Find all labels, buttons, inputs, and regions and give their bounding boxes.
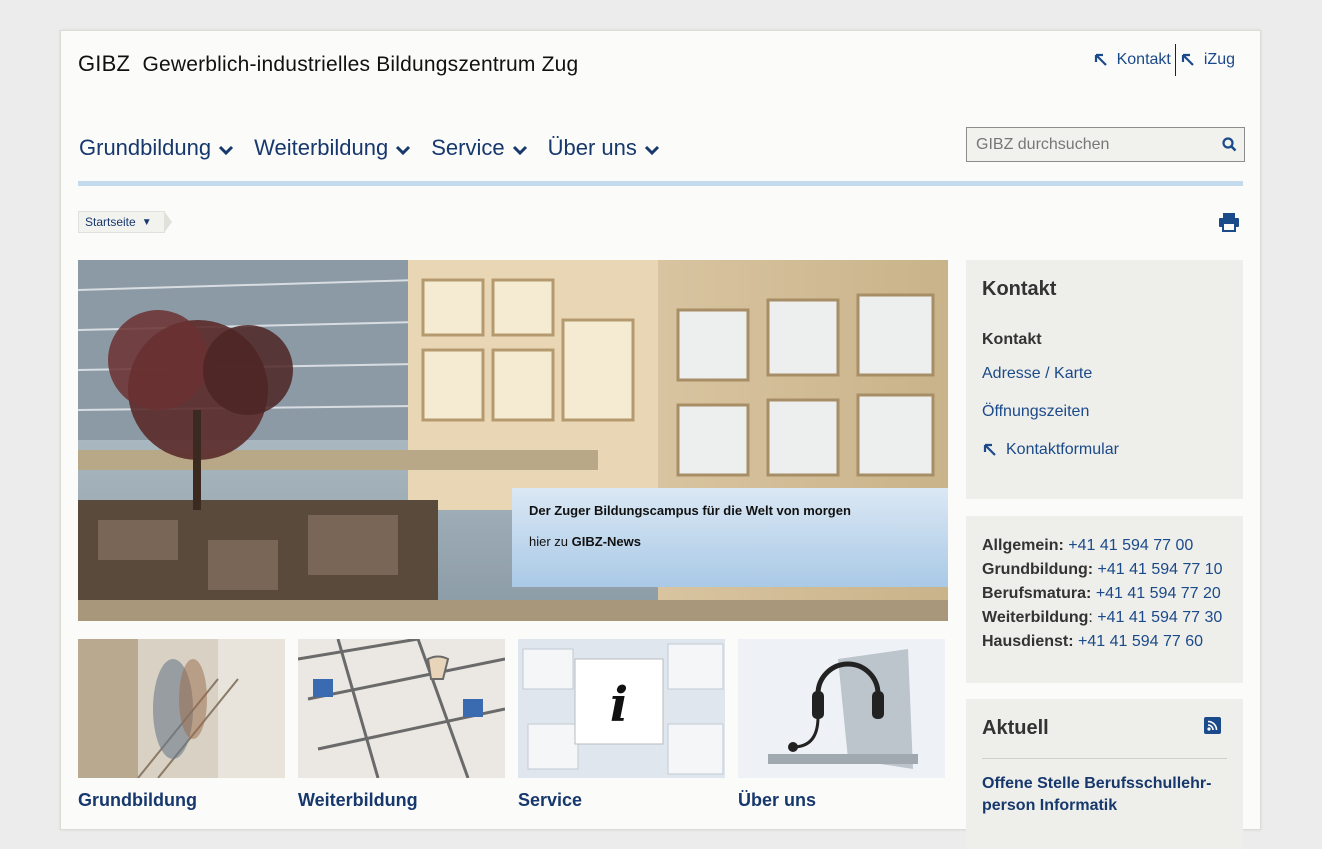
phone-label: Allgemein: xyxy=(982,537,1064,554)
sidebar-news-box: Aktuell Offene Stelle Berufsschullehr-pe… xyxy=(966,699,1243,849)
logo-name: Gewerblich-industrielles Bildungszentrum… xyxy=(142,53,579,76)
chevron-down-icon xyxy=(644,145,659,155)
nav-item-label: Über uns xyxy=(547,135,637,160)
sidebar-news-title: Aktuell xyxy=(982,717,1049,739)
sidebar-phone-box: Allgemein: +41 41 594 77 00 Grundbildung… xyxy=(966,516,1243,683)
search-button[interactable] xyxy=(1214,128,1244,161)
search-box xyxy=(966,127,1245,162)
phone-number[interactable]: +41 41 594 77 30 xyxy=(1097,609,1222,626)
arrow-up-left-icon xyxy=(983,443,996,456)
nav-item-weiterbildung[interactable]: Weiterbildung xyxy=(254,135,411,161)
top-link-izug-label: iZug xyxy=(1203,51,1235,68)
hero-banner[interactable]: Der Zuger Bildungscampus für die Welt vo… xyxy=(78,260,948,621)
top-links-divider xyxy=(1174,44,1176,76)
tile-image xyxy=(298,639,505,778)
phone-number[interactable]: +41 41 594 77 10 xyxy=(1098,561,1223,578)
phone-label: Grundbildung: xyxy=(982,561,1094,578)
phone-separator: : xyxy=(1088,609,1093,626)
chevron-down-icon xyxy=(219,145,234,155)
tile-grundbildung[interactable]: Grundbildung xyxy=(78,639,285,811)
link-kontaktformular-label: Kontaktformular xyxy=(1006,441,1119,458)
nav-item-grundbildung[interactable]: Grundbildung xyxy=(79,135,234,161)
sidebar-contact-title: Kontakt xyxy=(982,278,1057,300)
hero-news-link[interactable]: GIBZ-News xyxy=(572,534,641,549)
phone-number[interactable]: +41 41 594 77 00 xyxy=(1068,537,1193,554)
link-kontaktformular[interactable]: Kontaktformular xyxy=(982,441,1227,459)
arrow-up-left-icon xyxy=(1181,53,1194,66)
phone-row: Berufsmatura: +41 41 594 77 20 xyxy=(982,582,1227,606)
rss-icon[interactable] xyxy=(1204,717,1221,734)
top-link-kontakt-label: Kontakt xyxy=(1116,51,1171,68)
nav-item-label: Grundbildung xyxy=(79,135,212,160)
caret-down-icon: ▼ xyxy=(141,216,152,228)
tile-image: i xyxy=(518,639,725,778)
breadcrumb-home: Startseite xyxy=(85,215,136,229)
search-icon xyxy=(1221,137,1236,152)
tile-label: Über uns xyxy=(738,790,817,810)
phone-number[interactable]: +41 41 594 77 20 xyxy=(1096,585,1221,602)
site-logo[interactable]: GIBZ Gewerblich-industrielles Bildungsze… xyxy=(78,51,578,77)
teaser-tiles: Grundbildung Weiterbildung i Service Übe… xyxy=(78,639,945,811)
chevron-down-icon xyxy=(396,145,411,155)
top-link-izug[interactable]: iZug xyxy=(1180,48,1235,72)
print-icon[interactable] xyxy=(1218,212,1240,232)
phone-row: Grundbildung: +41 41 594 77 10 xyxy=(982,558,1227,582)
phone-row: Hausdienst: +41 41 594 77 60 xyxy=(982,630,1227,654)
chevron-down-icon xyxy=(512,145,527,155)
top-links: Kontakt iZug xyxy=(1093,44,1235,76)
link-adresse-karte[interactable]: Adresse / Karte xyxy=(982,365,1227,383)
top-link-kontakt[interactable]: Kontakt xyxy=(1093,48,1171,72)
nav-item-label: Weiterbildung xyxy=(254,135,389,160)
tile-label: Weiterbildung xyxy=(298,790,418,810)
phone-label: Hausdienst: xyxy=(982,633,1074,650)
phone-row: Allgemein: +41 41 594 77 00 xyxy=(982,534,1227,558)
tile-service[interactable]: i Service xyxy=(518,639,725,811)
hero-caption-link[interactable]: hier zu GIBZ-News xyxy=(529,534,931,549)
tile-label: Service xyxy=(518,790,583,810)
tile-label: Grundbildung xyxy=(78,790,197,810)
nav-divider xyxy=(78,181,1243,186)
tile-image xyxy=(78,639,285,778)
tile-weiterbildung[interactable]: Weiterbildung xyxy=(298,639,505,811)
page-container: GIBZ Gewerblich-industrielles Bildungsze… xyxy=(60,30,1261,849)
logo-abbr: GIBZ xyxy=(78,51,131,76)
news-divider xyxy=(982,758,1227,759)
sidebar-contact-box: Kontakt Kontakt Adresse / Karte Öffnungs… xyxy=(966,260,1243,499)
phone-label: Berufsmatura: xyxy=(982,585,1092,602)
nav-item-service[interactable]: Service xyxy=(431,135,527,161)
phone-label: Weiterbildung xyxy=(982,609,1089,626)
arrow-up-left-icon xyxy=(1094,53,1107,66)
tile-ueber-uns[interactable]: Über uns xyxy=(738,639,945,811)
breadcrumb[interactable]: Startseite ▼ xyxy=(78,211,172,233)
hero-caption-title: Der Zuger Bildungscampus für die Welt vo… xyxy=(529,503,851,518)
hero-caption-prefix: hier zu xyxy=(529,534,572,549)
search-input[interactable] xyxy=(967,128,1214,161)
link-oeffnungszeiten[interactable]: Öffnungszeiten xyxy=(982,403,1227,421)
phone-number[interactable]: +41 41 594 77 60 xyxy=(1078,633,1203,650)
sidebar-contact-subtitle: Kontakt xyxy=(982,331,1042,348)
main-nav: Grundbildung Weiterbildung Service Über … xyxy=(79,135,660,161)
nav-item-ueber-uns[interactable]: Über uns xyxy=(548,135,660,161)
news-item-link[interactable]: Offene Stelle Berufsschullehr-person Inf… xyxy=(982,773,1227,817)
nav-item-label: Service xyxy=(431,135,505,160)
tile-image xyxy=(738,639,945,778)
phone-row: Weiterbildung: +41 41 594 77 30 xyxy=(982,606,1227,630)
svg-text:i: i xyxy=(610,677,628,733)
hero-caption[interactable]: Der Zuger Bildungscampus für die Welt vo… xyxy=(512,488,948,587)
